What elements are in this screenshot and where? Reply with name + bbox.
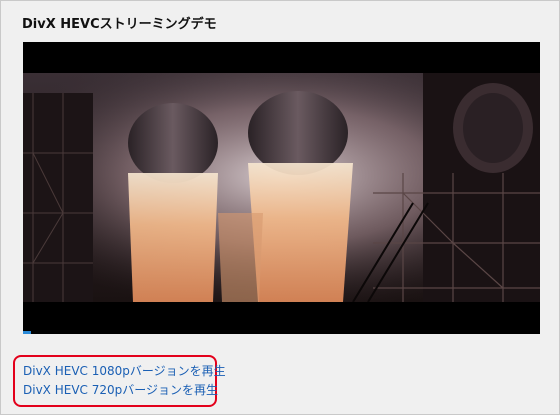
video-player[interactable] [23, 42, 540, 334]
video-frame[interactable] [23, 73, 540, 302]
page-title: DivX HEVCストリーミングデモ [22, 17, 217, 32]
play-720p-link[interactable]: DivX HEVC 720pバージョンを再生 [23, 381, 218, 398]
play-1080p-link[interactable]: DivX HEVC 1080pバージョンを再生 [23, 362, 226, 379]
playback-progress[interactable] [23, 331, 31, 334]
